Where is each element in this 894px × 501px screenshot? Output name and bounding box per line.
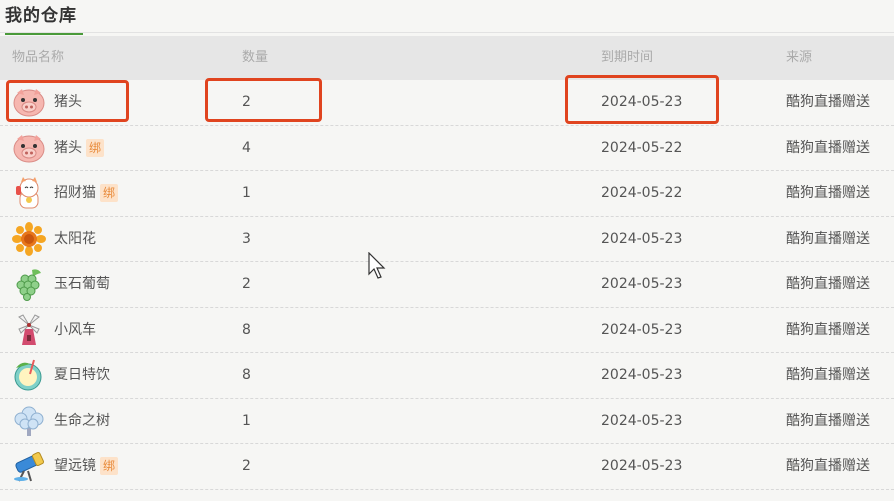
- table-row: 小风车 8 2024-05-23 酷狗直播赠送: [0, 308, 894, 353]
- bound-badge: 绑: [86, 138, 105, 157]
- item-name: 猪头: [54, 139, 82, 156]
- item-quantity: 2: [242, 94, 251, 110]
- item-expiry-date: 2024-05-22: [601, 185, 683, 201]
- item-source: 酷狗直播赠送: [786, 185, 870, 201]
- item-source: 酷狗直播赠送: [786, 94, 870, 110]
- item-name-cell: 生命之树: [12, 399, 110, 443]
- item-quantity: 1: [242, 185, 251, 201]
- item-expiry-date: 2024-05-23: [601, 94, 683, 110]
- item-expiry-date: 2024-05-23: [601, 321, 683, 338]
- table-row: 生命之树 1 2024-05-23 酷狗直播赠送: [0, 399, 894, 444]
- item-name: 小风车: [54, 321, 96, 338]
- table-row: 玉石葡萄 2 2024-05-23 酷狗直播赠送: [0, 262, 894, 308]
- item-expiry-date: 2024-05-23: [601, 230, 683, 247]
- item-source: 酷狗直播赠送: [786, 230, 870, 247]
- item-name-cell: 夏日特饮: [12, 353, 110, 397]
- item-expiry-date: 2024-05-23: [601, 458, 683, 474]
- column-header-item-name: 物品名称: [12, 50, 65, 65]
- item-name: 猪头: [54, 94, 82, 110]
- table-row: 猪头 2 2024-05-23 酷狗直播赠送: [0, 80, 894, 126]
- item-quantity: 2: [242, 276, 251, 292]
- item-expiry-date: 2024-05-23: [601, 367, 683, 383]
- bound-badge: 绑: [100, 184, 119, 202]
- item-name: 夏日特饮: [54, 367, 110, 383]
- pig-head-icon: [12, 131, 46, 165]
- item-name-cell: 小风车: [12, 308, 96, 352]
- table-row: 夏日特饮 8 2024-05-23 酷狗直播赠送: [0, 353, 894, 399]
- windmill-icon: [12, 313, 46, 347]
- header-divider: [0, 32, 894, 33]
- telescope-icon: [12, 449, 46, 483]
- table-body: 猪头 2 2024-05-23 酷狗直播赠送 猪头绑 4 2024-05-22 酷狗直播赠送招…: [0, 80, 894, 490]
- column-header-source: 来源: [786, 50, 813, 65]
- table-row: 望远镜绑 2 2024-05-23 酷狗直播赠送: [0, 444, 894, 490]
- item-source: 酷狗直播赠送: [786, 139, 870, 156]
- item-name: 望远镜: [54, 458, 96, 474]
- item-quantity: 3: [242, 230, 251, 247]
- item-name-cell: 望远镜绑: [12, 444, 119, 488]
- item-quantity: 8: [242, 321, 251, 338]
- table-row: 猪头绑 4 2024-05-22 酷狗直播赠送: [0, 126, 894, 171]
- item-source: 酷狗直播赠送: [786, 321, 870, 338]
- item-quantity: 8: [242, 367, 251, 383]
- item-name: 玉石葡萄: [54, 276, 110, 292]
- column-header-expiry: 到期时间: [601, 50, 654, 65]
- warehouse-table: 物品名称 数量 到期时间 来源 猪头 2 2024-05-23 酷狗直播赠送 猪头绑 4 2…: [0, 36, 894, 490]
- table-row: 太阳花 3 2024-05-23 酷狗直播赠送: [0, 217, 894, 262]
- item-name: 生命之树: [54, 412, 110, 429]
- grapes-icon: [12, 267, 46, 301]
- item-quantity: 1: [242, 412, 251, 429]
- summer-drink-icon: [12, 358, 46, 392]
- page-title-area: 我的仓库: [5, 4, 83, 35]
- item-name-cell: 猪头绑: [12, 126, 105, 170]
- tree-of-life-icon: [12, 404, 46, 438]
- sunflower-icon: [12, 221, 46, 256]
- pig-head-icon: [12, 85, 46, 119]
- item-source: 酷狗直播赠送: [786, 458, 870, 474]
- item-source: 酷狗直播赠送: [786, 276, 870, 292]
- bound-badge: 绑: [100, 457, 119, 475]
- item-expiry-date: 2024-05-23: [601, 276, 683, 292]
- item-quantity: 4: [242, 139, 251, 156]
- page-title: 我的仓库: [5, 6, 77, 26]
- item-quantity: 2: [242, 458, 251, 474]
- item-name: 招财猫: [54, 185, 96, 201]
- item-name: 太阳花: [54, 230, 96, 247]
- item-name-cell: 猪头: [12, 80, 82, 124]
- lucky-cat-icon: [12, 176, 46, 210]
- item-source: 酷狗直播赠送: [786, 367, 870, 383]
- item-name-cell: 招财猫绑: [12, 171, 119, 215]
- table-header: 物品名称 数量 到期时间 来源: [0, 36, 894, 80]
- mouse-cursor-icon: [368, 252, 386, 279]
- item-expiry-date: 2024-05-22: [601, 139, 683, 156]
- item-name-cell: 玉石葡萄: [12, 262, 110, 306]
- table-row: 招财猫绑 1 2024-05-22 酷狗直播赠送: [0, 171, 894, 217]
- column-header-quantity: 数量: [242, 50, 269, 65]
- item-source: 酷狗直播赠送: [786, 412, 870, 429]
- item-expiry-date: 2024-05-23: [601, 412, 683, 429]
- item-name-cell: 太阳花: [12, 217, 96, 261]
